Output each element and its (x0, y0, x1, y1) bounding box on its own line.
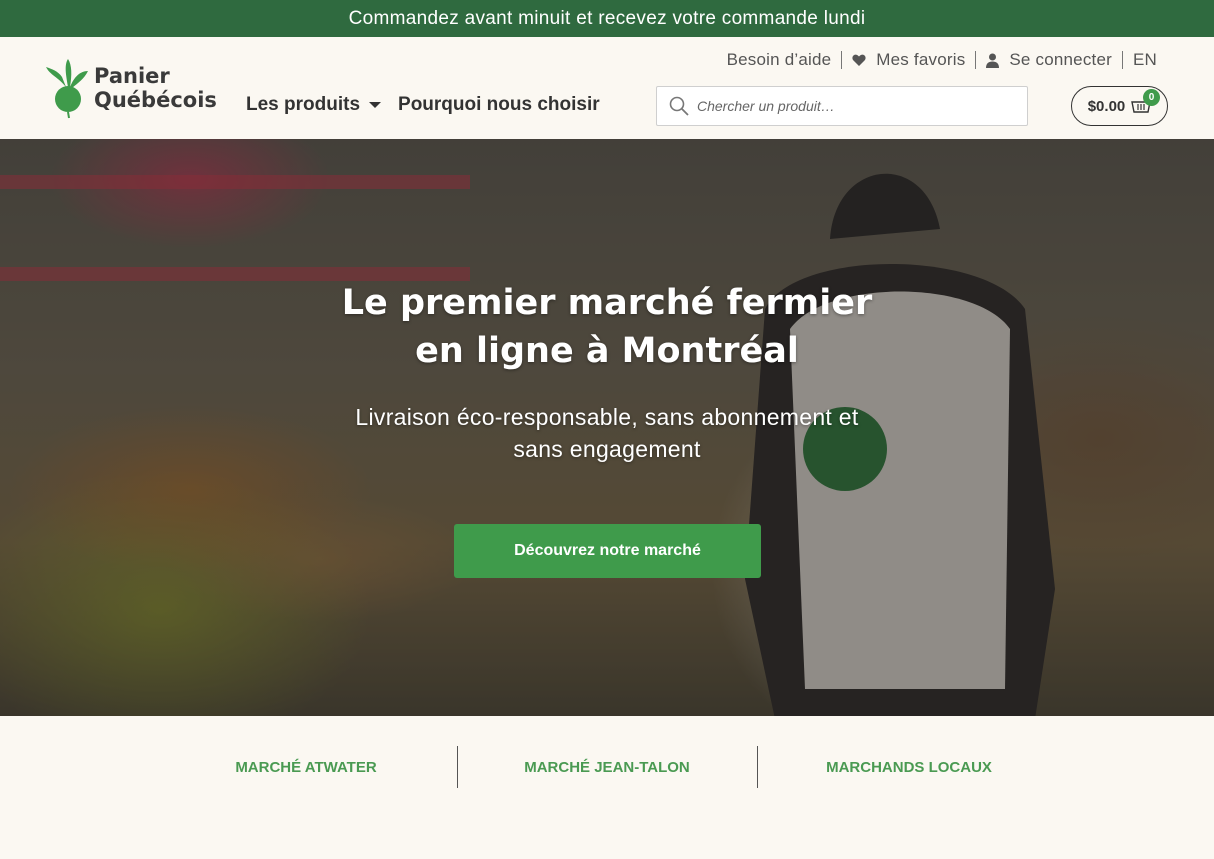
favorites-link-label: Mes favoris (876, 50, 966, 69)
language-label: EN (1132, 50, 1157, 69)
discover-market-button[interactable]: Découvrez notre marché (454, 524, 761, 578)
login-link-label: Se connecter (1009, 50, 1112, 69)
user-icon (986, 53, 1000, 68)
nav-item-label: Pourquoi nous choisir (398, 94, 600, 115)
market-link-atwater[interactable]: MARCHÉ ATWATER (156, 759, 456, 776)
search-input[interactable] (697, 98, 997, 114)
nav-item-products[interactable]: Les produits (246, 94, 382, 116)
hero-subtitle: Livraison éco-responsable, sans abonneme… (0, 401, 1214, 465)
search-icon[interactable] (669, 96, 689, 116)
hero-title-line: Le premier marché fermier (341, 283, 873, 323)
nav-item-why-us[interactable]: Pourquoi nous choisir (398, 94, 600, 116)
hero-subtitle-line: Livraison éco-responsable, sans abonneme… (355, 404, 859, 430)
language-switch[interactable]: EN (1123, 50, 1157, 70)
announcement-bar: Commandez avant minuit et recevez votre … (0, 0, 1214, 37)
hero-title-line: en ligne à Montréal (415, 331, 799, 371)
utility-nav: Besoin d’aide Mes favoris Se connecter E… (717, 50, 1157, 70)
divider (757, 746, 758, 788)
help-link-label: Besoin d’aide (726, 50, 832, 69)
hero-subtitle-line: sans engagement (513, 436, 701, 462)
market-link-jean-talon[interactable]: MARCHÉ JEAN-TALON (457, 759, 757, 776)
hero-title: Le premier marché fermier en ligne à Mon… (0, 279, 1214, 375)
brand-line-1: Panier (94, 64, 170, 88)
main-nav: Les produits Pourquoi nous choisir (246, 94, 600, 116)
cart-count-badge: 0 (1143, 89, 1160, 106)
login-link[interactable]: Se connecter (976, 50, 1122, 70)
announcement-text: Commandez avant minuit et recevez votre … (348, 7, 866, 29)
hero-banner: Le premier marché fermier en ligne à Mon… (0, 139, 1214, 716)
brand-line-2: Québécois (94, 88, 217, 112)
market-link-local-merchants[interactable]: MARCHANDS LOCAUX (759, 759, 1059, 776)
heart-icon (852, 54, 866, 66)
help-link[interactable]: Besoin d’aide (717, 50, 842, 70)
chevron-down-icon (369, 102, 382, 108)
site-header: Panier Québécois Les produits Pourquoi n… (0, 37, 1214, 139)
cart-button[interactable]: $0.00 0 (1071, 86, 1168, 126)
favorites-link[interactable]: Mes favoris (842, 50, 975, 70)
site-logo[interactable]: Panier Québécois (44, 57, 217, 119)
radish-logo-icon (46, 59, 88, 119)
nav-item-label: Les produits (246, 94, 361, 115)
brand-name: Panier Québécois (94, 64, 217, 112)
markets-bar: MARCHÉ ATWATER MARCHÉ JEAN-TALON MARCHAN… (0, 716, 1214, 859)
cart-total: $0.00 (1087, 97, 1126, 115)
search-box (656, 86, 1028, 126)
